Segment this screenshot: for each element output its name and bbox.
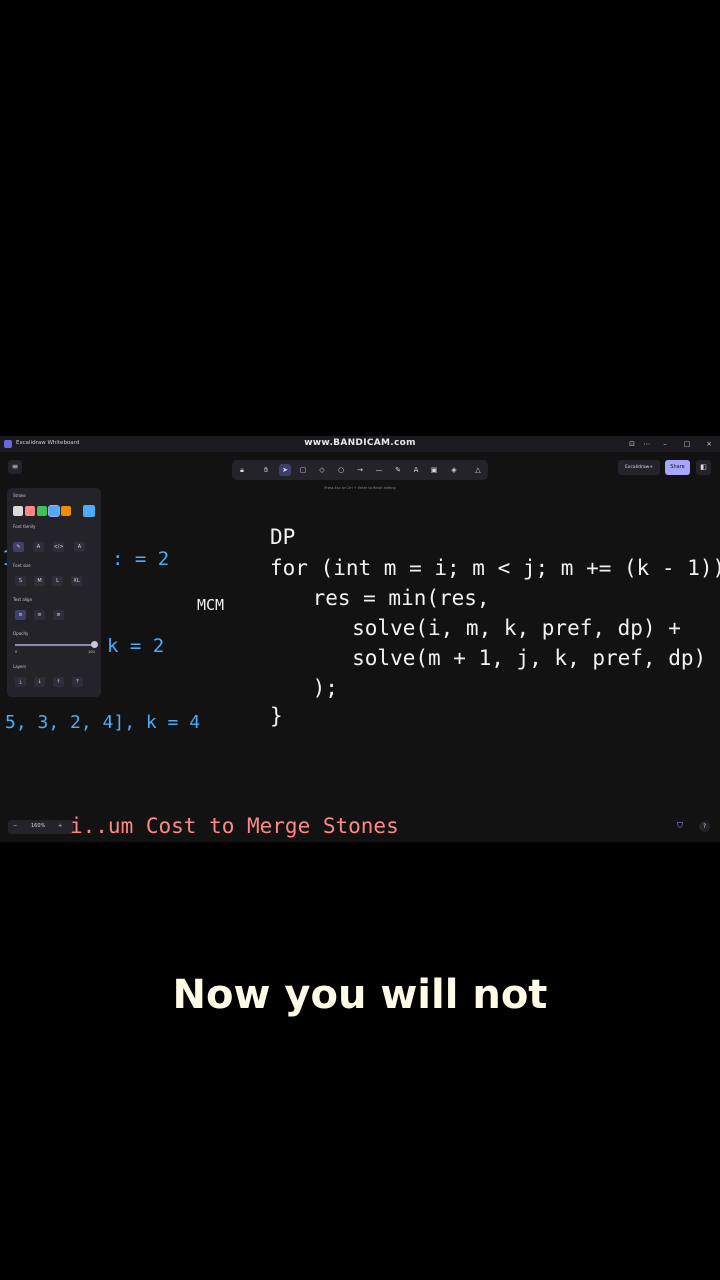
stroke-swatch-gray[interactable] (13, 506, 23, 516)
close-button[interactable]: × (703, 439, 715, 449)
minimize-button[interactable]: – (659, 439, 671, 449)
code-line: } (270, 704, 283, 728)
extra-tools-icon[interactable]: △ (472, 464, 484, 476)
code-line: solve(m + 1, j, k, pref, dp) (251, 646, 707, 670)
text-align-label: Text align (13, 597, 33, 602)
code-line: solve(i, m, k, pref, dp) + (251, 616, 681, 640)
zoom-in-button[interactable]: + (58, 823, 62, 829)
canvas-title-text: i..um Cost to Merge Stones (70, 814, 399, 838)
video-subtitle: Now you will not (172, 972, 548, 1018)
snap-icon[interactable]: ⊡ (626, 439, 638, 449)
opacity-min: 0 (15, 650, 18, 654)
opacity-label: Opacity (13, 631, 29, 636)
bring-forward-icon[interactable]: ↑ (53, 677, 64, 687)
font-size-l[interactable]: L (52, 576, 63, 586)
opacity-max: 100 (88, 650, 95, 654)
font-size-xl[interactable]: XL (71, 576, 82, 586)
send-to-back-icon[interactable]: ⤓ (15, 677, 26, 687)
lock-icon[interactable]: 🔒︎ (236, 464, 248, 476)
font-size-s[interactable]: S (15, 576, 26, 586)
hamburger-menu-button[interactable]: ≡ (8, 460, 22, 474)
bandicam-watermark: www.BANDICAM.com (304, 438, 416, 448)
align-center-icon[interactable]: ≡ (34, 610, 45, 620)
stroke-label: Stroke (13, 493, 26, 498)
zoom-out-button[interactable]: − (13, 823, 17, 829)
opacity-slider[interactable] (15, 644, 95, 646)
bring-to-front-icon[interactable]: ⤒ (72, 677, 83, 687)
canvas-left-fragment-2: : = 2 (112, 548, 170, 570)
ellipse-icon[interactable]: ○ (335, 464, 347, 476)
library-sidebar-icon[interactable]: ◧ (696, 460, 711, 475)
canvas-left-fragment-3: k = 2 (107, 635, 165, 657)
send-backward-icon[interactable]: ↓ (34, 677, 45, 687)
canvas-left-fragment-4: 5, 3, 2, 4], k = 4 (5, 712, 201, 733)
stroke-swatch-red[interactable] (25, 506, 35, 516)
help-icon[interactable]: ? (699, 821, 710, 832)
zoom-level[interactable]: 160% (31, 823, 45, 829)
code-line: DP (270, 525, 296, 549)
opacity-slider-fill (15, 644, 95, 646)
font-size-label: Font size (13, 563, 31, 568)
align-left-icon[interactable]: ≡ (15, 610, 26, 620)
excalidraw-window: Excalidraw Whiteboard www.BANDICAM.com ⊡… (0, 436, 720, 842)
text-icon[interactable]: A (410, 464, 422, 476)
pencil-icon[interactable]: ✎ (392, 464, 404, 476)
font-more-icon[interactable]: A (74, 542, 85, 552)
align-right-icon[interactable]: ≡ (53, 610, 64, 620)
mcm-label: MCM (197, 596, 225, 614)
stroke-swatch-blue[interactable] (48, 505, 60, 517)
layers-label: Layers (13, 664, 27, 669)
rectangle-icon[interactable]: ▢ (297, 464, 309, 476)
diamond-icon[interactable]: ◇ (316, 464, 328, 476)
eraser-icon[interactable]: ◈ (448, 464, 460, 476)
stroke-current-swatch[interactable] (83, 505, 95, 517)
font-normal-icon[interactable]: A (33, 542, 44, 552)
maximize-button[interactable]: □ (681, 439, 693, 449)
stroke-swatch-green[interactable] (37, 506, 47, 516)
zoom-controls: − 160% + (8, 820, 74, 834)
font-code-icon[interactable]: </> (53, 542, 64, 552)
image-icon[interactable]: ▣ (428, 464, 440, 476)
font-size-m[interactable]: M (34, 576, 45, 586)
line-icon[interactable]: — (373, 464, 385, 476)
toolbar-hint: Press Esc or Ctrl + Enter to finish edit… (324, 486, 396, 490)
main-toolbar: 🔒︎ ✋︎ ➤ ▢ ◇ ○ → — ✎ A ▣ ◈ △ (232, 460, 488, 480)
share-button[interactable]: Share (665, 460, 690, 475)
properties-panel: Stroke Font family ✎ A </> A Font size S… (7, 488, 101, 697)
stroke-swatch-orange[interactable] (61, 506, 71, 516)
font-family-label: Font family (13, 524, 36, 529)
code-line: ); (262, 676, 338, 700)
more-icon[interactable]: ⋯ (641, 439, 653, 449)
selection-icon[interactable]: ➤ (279, 464, 291, 476)
shield-icon[interactable]: ⛉ (677, 821, 687, 832)
title-bar: Excalidraw Whiteboard www.BANDICAM.com ⊡… (0, 436, 720, 452)
excalidraw-plus-button[interactable]: Excalidraw+ (618, 460, 660, 475)
hand-icon[interactable]: ✋︎ (260, 464, 272, 476)
font-hand-drawn-icon[interactable]: ✎ (13, 542, 24, 552)
code-line: for (int m = i; m < j; m += (k - 1)) { (270, 556, 720, 580)
code-line: res = min(res, (262, 586, 490, 610)
opacity-slider-thumb[interactable] (91, 641, 98, 648)
arrow-icon[interactable]: → (354, 464, 366, 476)
